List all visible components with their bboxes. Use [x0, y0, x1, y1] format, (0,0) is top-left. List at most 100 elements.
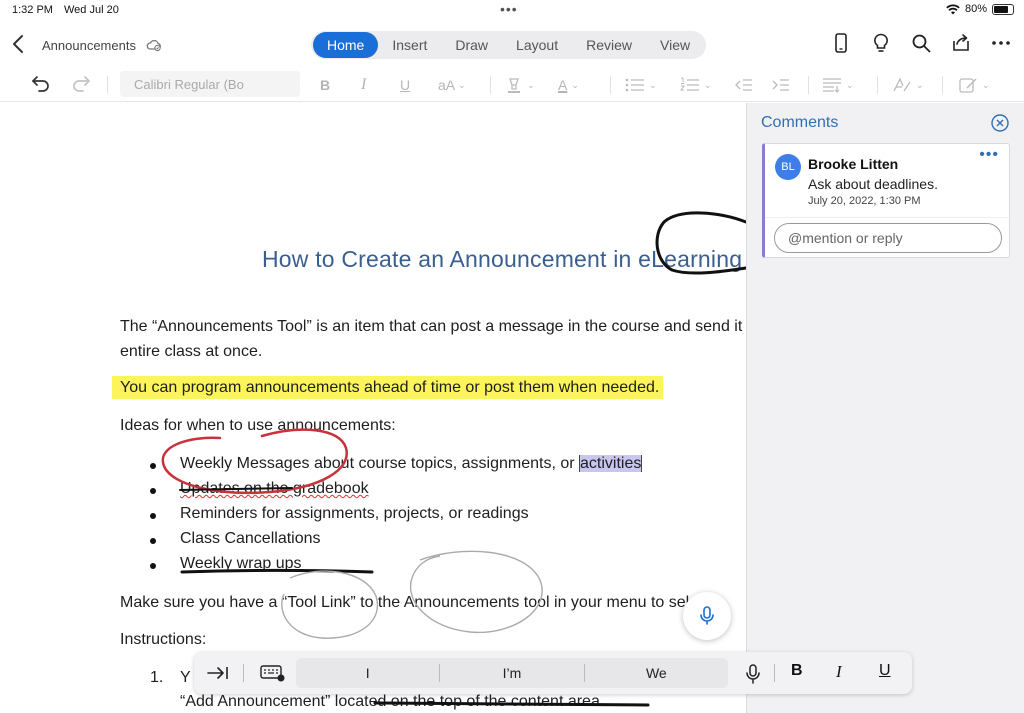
ribbon-divider	[107, 76, 108, 94]
font-color-button[interactable]: A ⌄	[558, 73, 579, 97]
ribbon-divider	[610, 76, 611, 94]
list-item: Class Cancellations	[180, 530, 321, 547]
bar-divider	[774, 664, 775, 682]
highlighter-icon	[508, 78, 520, 93]
suggestion-2[interactable]: I’m	[440, 665, 583, 681]
list-item: Updates on the gradebook	[180, 480, 369, 497]
italic-key[interactable]: I	[836, 662, 842, 682]
ribbon-divider	[877, 76, 878, 94]
selected-text[interactable]: activities	[579, 455, 643, 472]
font-name-field[interactable]: Calibri Regular (Bo	[120, 71, 300, 97]
tab-key-icon[interactable]	[206, 663, 230, 683]
avatar: BL	[775, 154, 801, 180]
list-item: Reminders for assignments, projects, or …	[180, 505, 529, 522]
paragraph-line: The “Announcements Tool” is an item that…	[120, 318, 746, 335]
tab-insert[interactable]: Insert	[378, 32, 441, 58]
cloud-sync-icon[interactable]	[146, 38, 162, 52]
paragraph-format-button[interactable]: ⌄	[822, 73, 854, 97]
font-size-glyph: aA	[438, 77, 456, 93]
title-bar: Announcements Home Insert Draw Layout Re…	[0, 28, 1024, 64]
editor-button[interactable]: ⌄	[958, 73, 990, 97]
step-text-line: “Add Announcement” located on the top of…	[180, 693, 605, 710]
chevron-down-icon: ⌄	[649, 79, 657, 90]
card-divider	[765, 217, 1010, 218]
battery-fill	[994, 5, 1008, 13]
bold-key[interactable]: B	[791, 662, 803, 680]
close-icon[interactable]	[990, 113, 1010, 133]
chevron-down-icon: ⌄	[916, 79, 924, 90]
comments-title: Comments	[761, 114, 839, 131]
bullet-dot	[150, 488, 156, 494]
chevron-down-icon: ⌄	[846, 79, 854, 90]
document-heading: How to Create an Announcement in eLearni…	[262, 246, 743, 272]
highlighted-paragraph: You can program announcements ahead of t…	[120, 376, 660, 399]
undo-icon[interactable]	[30, 72, 52, 94]
bullet-dot	[150, 563, 156, 569]
tab-layout[interactable]: Layout	[502, 32, 572, 58]
dictate-button[interactable]	[683, 592, 731, 640]
styles-button[interactable]: ⌄	[892, 73, 924, 97]
home-ribbon: Calibri Regular (Bo B I U aA ⌄ ⌄ A ⌄ ⌄ ⌄ ⌄…	[0, 68, 1024, 102]
tab-draw[interactable]: Draw	[441, 32, 502, 58]
numbered-list-icon	[680, 77, 699, 91]
more-options-icon[interactable]	[990, 32, 1012, 54]
increase-indent-icon[interactable]	[772, 77, 790, 93]
chevron-down-icon: ⌄	[704, 79, 712, 90]
battery-icon	[992, 3, 1014, 15]
microphone-icon	[700, 606, 714, 625]
suggestion-3[interactable]: We	[585, 665, 728, 681]
font-color-glyph: A	[558, 77, 568, 93]
ribbon-tabs: Home Insert Draw Layout Review View	[311, 31, 707, 59]
mobile-view-icon[interactable]	[830, 32, 852, 54]
underline-button[interactable]: U	[400, 73, 410, 97]
wifi-icon	[946, 3, 960, 14]
redo-icon[interactable]	[70, 72, 92, 94]
battery-percent: 80%	[964, 3, 987, 15]
tab-home[interactable]: Home	[313, 32, 379, 58]
underline-key[interactable]: U	[879, 662, 891, 680]
list-item: Weekly wrap ups	[180, 555, 302, 572]
share-icon[interactable]	[950, 32, 972, 54]
status-time: 1:32 PM	[12, 4, 53, 16]
back-chevron-icon[interactable]	[10, 33, 28, 55]
bold-button[interactable]: B	[320, 73, 330, 97]
document-canvas[interactable]: How to Create an Announcement in eLearni…	[0, 103, 746, 713]
bullets-button[interactable]: ⌄	[625, 73, 657, 97]
instructions-heading: Instructions:	[120, 631, 207, 648]
comment-text: Ask about deadlines.	[808, 176, 938, 192]
bar-divider	[243, 664, 244, 682]
microphone-icon[interactable]	[744, 663, 762, 685]
chevron-down-icon: ⌄	[982, 79, 990, 90]
word-app-window: 1:32 PM Wed Jul 20 ••• 80% Announcements…	[0, 0, 1024, 713]
chevron-down-icon: ⌄	[458, 79, 466, 90]
status-date: Wed Jul 20	[64, 4, 119, 16]
highlight-color-button[interactable]: ⌄	[505, 73, 535, 97]
paragraph-line: Make sure you have a “Tool Link” to the …	[120, 594, 711, 611]
document-name[interactable]: Announcements	[42, 38, 136, 53]
bullet-dot	[150, 513, 156, 519]
comment-date: July 20, 2022, 1:30 PM	[808, 195, 921, 207]
highlighted-text: You can program announcements ahead of t…	[120, 376, 660, 399]
paragraph-icon	[823, 78, 841, 93]
font-size-button[interactable]: aA ⌄	[438, 73, 466, 97]
bulleted-list-icon	[625, 78, 644, 92]
numbering-button[interactable]: ⌄	[680, 73, 712, 97]
search-icon[interactable]	[910, 32, 932, 54]
multitasking-dots-icon[interactable]: •••	[500, 1, 518, 17]
tab-review[interactable]: Review	[572, 32, 646, 58]
comment-more-icon[interactable]: •••	[979, 146, 999, 164]
italic-button[interactable]: I	[361, 73, 366, 97]
reply-input[interactable]: @mention or reply	[774, 223, 1002, 253]
paragraph-line: entire class at once.	[120, 343, 263, 360]
suggestion-1[interactable]: I	[296, 665, 439, 681]
comment-card[interactable]: BL Brooke Litten Ask about deadlines. Ju…	[762, 143, 1010, 258]
title-bar-actions	[830, 32, 1012, 54]
lightbulb-icon[interactable]	[870, 32, 892, 54]
keyboard-hide-icon[interactable]	[260, 664, 286, 682]
comments-pane: Comments BL Brooke Litten Ask about dead…	[746, 103, 1024, 713]
bullet-dot	[150, 463, 156, 469]
tab-view[interactable]: View	[646, 32, 704, 58]
decrease-indent-icon[interactable]	[735, 77, 753, 93]
bullet-dot	[150, 538, 156, 544]
list-item-text: Weekly Messages about course topics, ass…	[180, 455, 579, 472]
